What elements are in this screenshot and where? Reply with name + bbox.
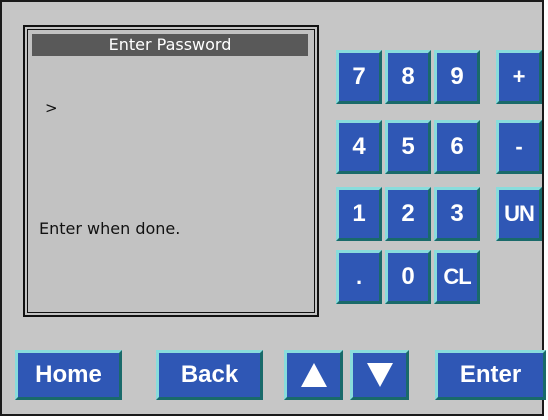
hmi-screen: Enter Password > Enter when done. 7 8 9 … [0, 0, 546, 416]
key-minus[interactable]: - [496, 120, 542, 174]
key-plus[interactable]: + [496, 50, 542, 104]
home-button[interactable]: Home [15, 350, 122, 400]
key-9[interactable]: 9 [434, 50, 480, 104]
key-un[interactable]: UN [496, 187, 542, 241]
arrow-down-icon [367, 363, 393, 387]
key-4[interactable]: 4 [336, 120, 382, 174]
panel-title: Enter Password [32, 34, 308, 56]
password-panel: Enter Password > Enter when done. [23, 25, 319, 317]
instruction-text: Enter when done. [39, 219, 181, 238]
enter-button[interactable]: Enter [435, 350, 546, 400]
key-0[interactable]: 0 [385, 250, 431, 304]
key-5[interactable]: 5 [385, 120, 431, 174]
password-input-prompt[interactable]: > [45, 99, 58, 117]
key-6[interactable]: 6 [434, 120, 480, 174]
up-button[interactable] [284, 350, 343, 400]
back-button[interactable]: Back [156, 350, 263, 400]
key-8[interactable]: 8 [385, 50, 431, 104]
arrow-up-icon [301, 363, 327, 387]
key-2[interactable]: 2 [385, 187, 431, 241]
key-3[interactable]: 3 [434, 187, 480, 241]
key-decimal-point[interactable]: . [336, 250, 382, 304]
key-7[interactable]: 7 [336, 50, 382, 104]
down-button[interactable] [350, 350, 409, 400]
key-1[interactable]: 1 [336, 187, 382, 241]
key-clear[interactable]: CL [434, 250, 480, 304]
